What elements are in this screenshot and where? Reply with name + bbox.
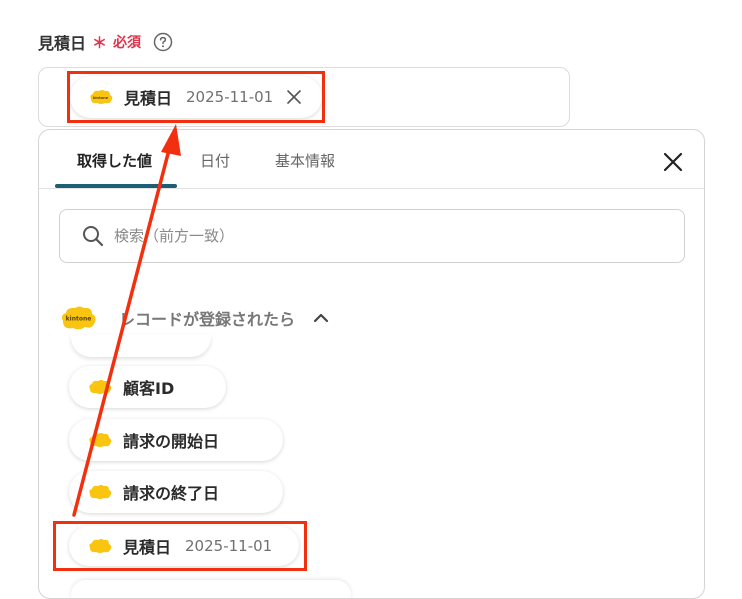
svg-text:kintone: kintone bbox=[93, 96, 109, 100]
value-picker-panel: 取得した値 日付 基本情報 kintone レコードが登録されたら 顧客ID bbox=[38, 129, 705, 599]
list-item-value: 2025-11-01 bbox=[185, 537, 273, 555]
search-icon bbox=[83, 226, 104, 247]
tab-basic-info[interactable]: 基本情報 bbox=[275, 150, 335, 171]
list-item-label: 請求の開始日 bbox=[123, 432, 220, 451]
svg-text:kintone: kintone bbox=[66, 316, 92, 323]
selected-value-value: 2025-11-01 bbox=[186, 88, 274, 106]
kintone-logo-icon bbox=[89, 380, 112, 394]
list-item-quote-date[interactable]: 見積日 2025-11-01 bbox=[69, 526, 299, 566]
close-icon[interactable] bbox=[285, 88, 303, 106]
close-icon[interactable] bbox=[661, 150, 685, 174]
list-item-label: 顧客ID bbox=[123, 379, 175, 398]
required-mark: ＊ bbox=[92, 33, 108, 52]
required-text: 必須 bbox=[113, 35, 142, 51]
list-item-label: 見積日 bbox=[123, 538, 172, 557]
selected-value-name: 見積日 bbox=[124, 89, 173, 108]
tab-retrieved-values[interactable]: 取得した値 bbox=[77, 150, 152, 171]
tab-bar: 取得した値 日付 基本情報 bbox=[39, 130, 704, 189]
list-item-label: 請求の終了日 bbox=[123, 484, 220, 503]
list-item-billing-start-date[interactable]: 請求の開始日 bbox=[69, 419, 283, 461]
field-label-row: 見積日 ＊ 必須 bbox=[38, 30, 173, 54]
search-box[interactable] bbox=[59, 209, 685, 263]
group-title: レコードが登録されたら bbox=[119, 310, 296, 329]
tab-date[interactable]: 日付 bbox=[200, 150, 230, 171]
list-item-partial[interactable] bbox=[71, 335, 211, 357]
chevron-up-icon[interactable] bbox=[313, 312, 329, 324]
selected-value-chip[interactable]: kintone 見積日 2025-11-01 bbox=[70, 76, 322, 118]
kintone-logo-icon bbox=[89, 433, 112, 447]
group-header[interactable]: kintone レコードが登録されたら bbox=[59, 302, 329, 334]
kintone-logo-icon bbox=[89, 539, 112, 553]
list-item-billing-end-date[interactable]: 請求の終了日 bbox=[69, 471, 283, 513]
kintone-logo-icon: kintone bbox=[62, 306, 96, 330]
kintone-logo-icon bbox=[89, 485, 112, 499]
list-item-partial[interactable] bbox=[71, 580, 351, 598]
active-tab-indicator bbox=[55, 184, 177, 188]
question-circle-icon[interactable] bbox=[153, 32, 173, 52]
search-input[interactable] bbox=[112, 226, 684, 246]
list-item-customer-id[interactable]: 顧客ID bbox=[69, 366, 226, 408]
kintone-logo-icon: kintone bbox=[90, 90, 113, 104]
field-label: 見積日 bbox=[38, 34, 87, 53]
